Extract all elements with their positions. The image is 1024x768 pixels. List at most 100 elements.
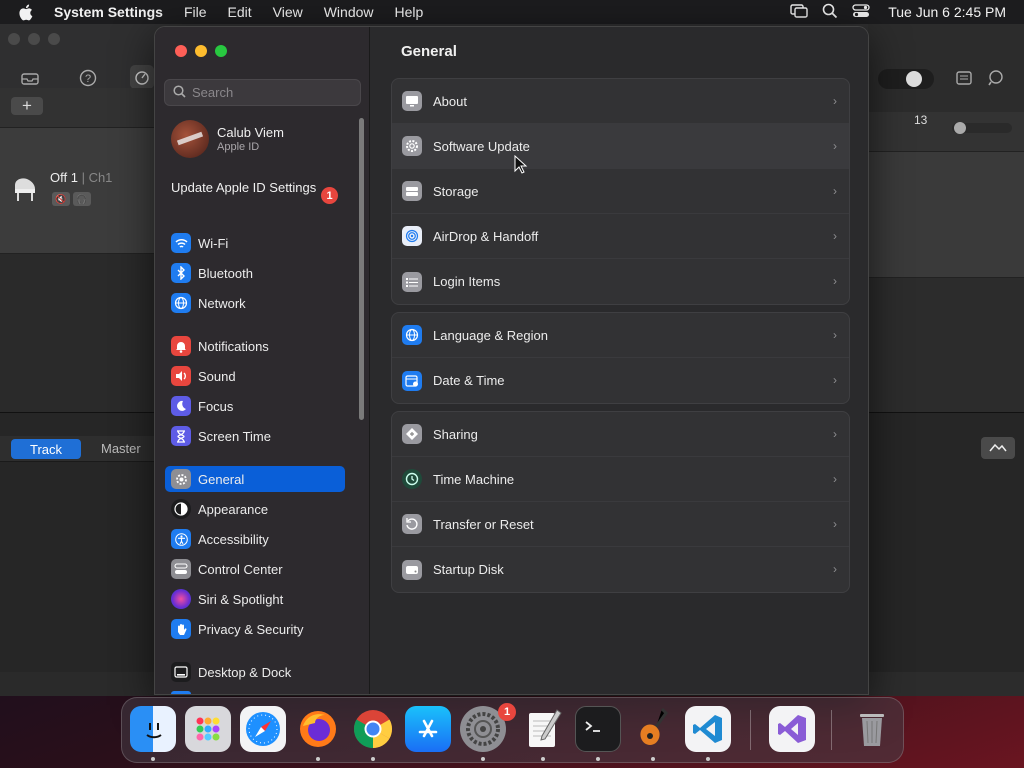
appearance-icon (171, 499, 191, 519)
sidebar-item-control-center[interactable]: Control Center (165, 556, 345, 582)
menu-view[interactable]: View (273, 4, 303, 20)
add-track-button[interactable]: + (11, 96, 43, 115)
chevron-right-icon: › (833, 517, 837, 531)
sidebar-item-siri-spotlight[interactable]: Siri & Spotlight (165, 586, 345, 612)
launchpad-icon[interactable] (185, 706, 231, 752)
sidebar-item-privacy-security[interactable]: Privacy & Security (165, 616, 345, 642)
control-center-icon (171, 559, 191, 579)
sharing-icon (402, 424, 422, 444)
sidebar-scrollbar[interactable] (359, 118, 364, 420)
hand-icon (171, 619, 191, 639)
sidebar-item-wifi[interactable]: Wi-Fi (165, 230, 345, 256)
help-icon[interactable]: ? (76, 66, 100, 90)
row-label: AirDrop & Handoff (433, 228, 539, 244)
chevron-right-icon: › (833, 427, 837, 441)
app-store-icon[interactable] (405, 706, 451, 752)
sidebar-item-desktop-dock[interactable]: Desktop & Dock (165, 659, 345, 685)
menu-window[interactable]: Window (324, 4, 374, 20)
chevron-right-icon: › (833, 562, 837, 576)
sidebar-item-screen-time[interactable]: Screen Time (165, 423, 345, 449)
headphones-icon[interactable]: 🎧 (73, 192, 91, 206)
sidebar-item-appearance[interactable]: Appearance (165, 496, 345, 522)
track-region-area[interactable] (868, 152, 1024, 278)
sidebar-item-focus[interactable]: Focus (165, 393, 345, 419)
sidebar-item-bluetooth[interactable]: Bluetooth (165, 260, 345, 286)
library-icon[interactable] (18, 66, 42, 90)
time-machine-icon (402, 469, 422, 489)
row-about[interactable]: About › (392, 79, 849, 124)
sidebar-item-accessibility[interactable]: Accessibility (165, 526, 345, 552)
software-update-gear-icon (402, 136, 422, 156)
avatar (171, 120, 209, 158)
close-window-button[interactable] (175, 45, 187, 57)
automation-icon[interactable] (981, 437, 1015, 459)
sidebar-item-general[interactable]: General (165, 466, 345, 492)
computer-icon (402, 91, 422, 111)
login-items-list-icon (402, 271, 422, 292)
row-date-time[interactable]: Date & Time › (392, 358, 849, 403)
chevron-right-icon: › (833, 472, 837, 486)
menu-file[interactable]: File (184, 4, 207, 20)
spotlight-search-icon[interactable] (822, 3, 838, 22)
settings-group-3: Sharing › Time Machine › Transfer or Res… (391, 411, 850, 593)
menu-app-name[interactable]: System Settings (54, 4, 163, 20)
mute-icon[interactable]: 🔇 (52, 192, 70, 206)
sidebar-item-label: Desktop & Dock (198, 664, 292, 680)
garageband-icon[interactable] (630, 706, 676, 752)
update-apple-id-settings[interactable]: Update Apple ID Settings (171, 180, 341, 196)
sidebar-item-sound[interactable]: Sound (165, 363, 345, 389)
globe-network-icon (171, 293, 191, 313)
row-transfer-reset[interactable]: Transfer or Reset › (392, 502, 849, 547)
track-name: Off 1 | Ch1 (50, 170, 113, 185)
menu-help[interactable]: Help (395, 4, 424, 20)
system-settings-window: Calub Viem Apple ID Update Apple ID Sett… (154, 26, 869, 695)
loop-browser-icon[interactable] (984, 66, 1008, 90)
row-storage[interactable]: Storage › (392, 169, 849, 214)
safari-icon[interactable] (240, 706, 286, 752)
row-language-region[interactable]: Language & Region › (392, 313, 849, 358)
tab-track[interactable]: Track (11, 439, 81, 459)
zoom-window-button[interactable] (215, 45, 227, 57)
row-time-machine[interactable]: Time Machine › (392, 457, 849, 502)
bell-icon (171, 336, 191, 356)
row-label: Login Items (433, 274, 501, 289)
visual-studio-icon[interactable] (769, 706, 815, 752)
row-label: Storage (433, 183, 479, 199)
zoom-slider[interactable] (952, 122, 1012, 134)
row-sharing[interactable]: Sharing › (392, 412, 849, 457)
sidebar-item-label: Notifications (198, 338, 269, 354)
dock-icon (171, 662, 191, 682)
notepad-icon[interactable] (952, 66, 976, 90)
vscode-icon[interactable] (685, 706, 731, 752)
account-name: Calub Viem (217, 125, 284, 140)
trash-icon[interactable] (849, 706, 895, 752)
row-airdrop-handoff[interactable]: AirDrop & Handoff › (392, 214, 849, 259)
settings-dock-badge: 1 (498, 703, 516, 721)
row-startup-disk[interactable]: Startup Disk › (392, 547, 849, 592)
background-toggle[interactable] (878, 69, 934, 89)
row-software-update[interactable]: Software Update › (392, 124, 849, 169)
finder-icon[interactable] (130, 706, 176, 752)
smart-controls-icon[interactable] (130, 65, 154, 89)
apple-id-account[interactable]: Calub Viem Apple ID (171, 120, 351, 158)
row-label: About (433, 93, 467, 109)
gear-icon (171, 469, 191, 489)
tab-master[interactable]: Master (101, 441, 141, 456)
minimize-window-button[interactable] (195, 45, 207, 57)
textedit-icon[interactable] (520, 706, 566, 752)
terminal-icon[interactable] (575, 706, 621, 752)
screen-mirroring-icon[interactable] (790, 3, 808, 21)
firefox-icon[interactable] (295, 706, 341, 752)
control-center-icon[interactable] (852, 3, 870, 21)
sidebar-item-notifications[interactable]: Notifications (165, 333, 345, 359)
menu-edit[interactable]: Edit (228, 4, 252, 20)
apple-menu-icon[interactable] (18, 4, 38, 21)
sidebar-item-network[interactable]: Network (165, 290, 345, 316)
calendar-clock-icon (402, 370, 422, 391)
row-login-items[interactable]: Login Items › (392, 259, 849, 304)
search-input[interactable] (192, 85, 352, 100)
chrome-icon[interactable] (350, 706, 396, 752)
menu-clock[interactable]: Tue Jun 6 2:45 PM (888, 4, 1006, 20)
row-label: Transfer or Reset (433, 516, 534, 532)
search-field[interactable] (164, 79, 361, 106)
